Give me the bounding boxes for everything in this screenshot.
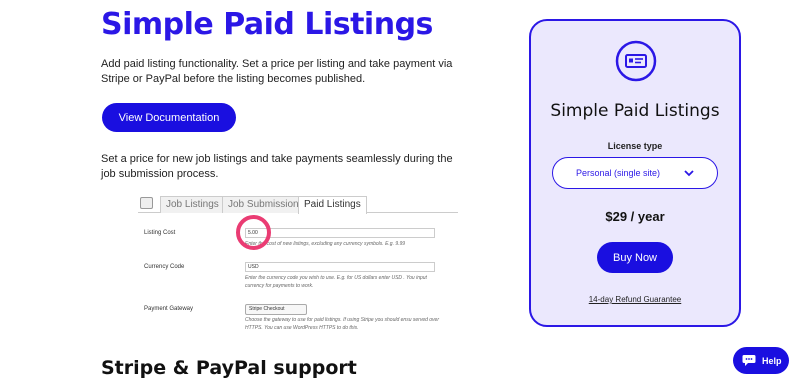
price-label: $29 / year bbox=[605, 209, 665, 224]
license-type-select[interactable]: Personal (single site) bbox=[552, 157, 718, 189]
buy-now-button[interactable]: Buy Now bbox=[597, 242, 673, 273]
tab-job-listings: Job Listings bbox=[160, 196, 225, 213]
currency-code-help: Enter the currency code you wish to use.… bbox=[245, 275, 427, 289]
intro-text: Add paid listing functionality. Set a pr… bbox=[101, 58, 453, 85]
view-documentation-button[interactable]: View Documentation bbox=[102, 103, 236, 132]
card-title: Simple Paid Listings bbox=[550, 101, 720, 121]
id-card-icon bbox=[615, 40, 657, 82]
license-type-value: Personal (single site) bbox=[576, 168, 661, 178]
currency-code-input: USD bbox=[245, 262, 435, 272]
section-title: Stripe & PayPal support bbox=[101, 357, 357, 379]
settings-tabs: Job Listings Job Submission Paid Listing… bbox=[138, 193, 458, 214]
settings-screenshot: Job Listings Job Submission Paid Listing… bbox=[138, 193, 458, 333]
refund-guarantee-link[interactable]: 14-day Refund Guarantee bbox=[531, 295, 739, 304]
highlight-circle bbox=[236, 215, 271, 250]
payment-gateway-label: Payment Gateway bbox=[144, 306, 194, 312]
chat-icon bbox=[742, 355, 756, 366]
tab-paid-listings: Paid Listings bbox=[298, 196, 367, 214]
listing-cost-input: 5.00 bbox=[245, 228, 435, 238]
briefcase-icon bbox=[140, 197, 153, 209]
listing-cost-label: Listing Cost bbox=[144, 230, 176, 236]
payment-gateway-select: Stripe Checkout bbox=[245, 304, 307, 315]
help-label: Help bbox=[762, 355, 782, 366]
listing-cost-help: Enter the cost of new listings, excludin… bbox=[245, 241, 406, 247]
tab-job-submission: Job Submission bbox=[222, 196, 305, 213]
help-button[interactable]: Help bbox=[733, 347, 789, 374]
description-text: Set a price for new job listings and tak… bbox=[101, 153, 453, 180]
payment-gateway-help: Choose the gateway to use for paid listi… bbox=[245, 317, 440, 331]
page-title: Simple Paid Listings bbox=[101, 7, 433, 42]
chevron-down-icon bbox=[684, 170, 694, 177]
license-type-label: License type bbox=[607, 141, 663, 151]
product-card: Simple Paid Listings License type Person… bbox=[529, 19, 741, 327]
currency-code-label: Currency Code bbox=[144, 264, 185, 270]
